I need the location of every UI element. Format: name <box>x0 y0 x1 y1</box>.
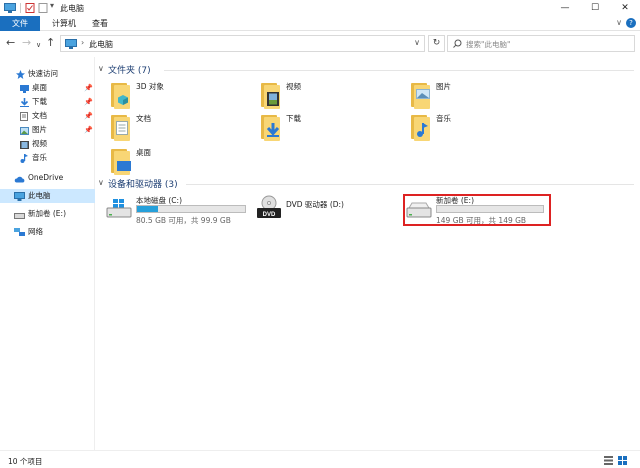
drive-usage-fill <box>137 206 158 212</box>
music-icon <box>20 154 29 163</box>
music-folder-icon <box>408 113 432 141</box>
help-icon[interactable]: ? <box>626 18 636 28</box>
sidebar-item-this-pc[interactable]: 此电脑 <box>0 189 95 203</box>
folder-pictures[interactable]: 图片 <box>408 81 558 113</box>
collapse-chevron-icon[interactable]: ∨ <box>98 178 104 187</box>
computer-icon <box>65 39 77 51</box>
downloads-folder-icon <box>258 113 282 141</box>
search-icon <box>453 39 462 50</box>
tab-computer[interactable]: 计算机 <box>44 16 84 31</box>
computer-icon <box>14 192 25 201</box>
collapse-chevron-icon[interactable]: ∨ <box>98 64 104 73</box>
ribbon-tabs: 文件 计算机 查看 ∨ ? <box>0 16 640 31</box>
pin-icon[interactable]: 📌 <box>84 123 93 137</box>
back-button[interactable]: ← <box>6 37 15 49</box>
sidebar-item-onedrive[interactable]: OneDrive <box>0 171 95 185</box>
pin-icon[interactable]: 📌 <box>84 81 93 95</box>
sidebar-item-pictures[interactable]: 图片 📌 <box>0 123 95 137</box>
title-bar: ▾ 此电脑 — ☐ ✕ <box>0 0 640 16</box>
maximize-button[interactable]: ☐ <box>580 0 610 16</box>
sidebar-item-volume-e[interactable]: 新加卷 (E:) <box>0 207 95 221</box>
highlight-annotation-box <box>403 194 551 226</box>
item-count: 10 个项目 <box>8 457 43 466</box>
document-icon <box>20 112 29 121</box>
video-folder-icon <box>258 81 282 109</box>
sidebar-item-music[interactable]: 音乐 <box>0 151 95 165</box>
folder-videos[interactable]: 视频 <box>258 81 408 113</box>
new-folder-icon[interactable] <box>38 3 48 15</box>
sidebar-item-quick-access[interactable]: 快速访问 <box>0 67 95 81</box>
drive-local-c[interactable]: 本地磁盘 (C:) 80.5 GB 可用，共 99.9 GB <box>106 195 261 225</box>
3d-objects-icon <box>108 81 132 109</box>
computer-icon <box>4 3 16 15</box>
search-input[interactable]: 搜索"此电脑" <box>447 35 635 52</box>
search-placeholder: 搜索"此电脑" <box>466 40 511 49</box>
close-button[interactable]: ✕ <box>610 0 640 16</box>
folder-3d-objects[interactable]: 3D 对象 <box>108 81 258 113</box>
folder-downloads[interactable]: 下载 <box>258 113 408 145</box>
drive-icon <box>14 210 25 219</box>
drive-usage-bar <box>136 205 246 213</box>
group-divider <box>186 184 634 185</box>
navigation-pane: 快速访问 桌面 📌 下载 📌 文档 📌 图片 📌 视频 音乐 OneDrive … <box>0 57 95 450</box>
drives-group-header[interactable]: ∨ 设备和驱动器 (3) <box>96 177 636 191</box>
recent-locations-button[interactable]: ∨ <box>36 39 41 51</box>
folder-desktop[interactable]: 桌面 <box>108 147 258 179</box>
customize-toolbar-icon[interactable]: ▾ <box>50 1 54 10</box>
svg-text:DVD: DVD <box>263 212 276 218</box>
address-dropdown-icon[interactable]: ∨ <box>414 38 420 47</box>
refresh-button[interactable]: ↻ <box>428 35 445 52</box>
dvd-drive-icon: DVD <box>256 195 282 221</box>
breadcrumb[interactable]: 此电脑 <box>89 39 113 50</box>
tiles-view-icon[interactable] <box>618 456 627 465</box>
content-pane: ∨ 文件夹 (7) 3D 对象 视频 图片 文档 下载 音乐 桌面 ∨ 设备和驱… <box>96 57 640 450</box>
sidebar-item-network[interactable]: 网络 <box>0 225 95 239</box>
documents-folder-icon <box>108 113 132 141</box>
pin-icon[interactable]: 📌 <box>84 109 93 123</box>
drive-dvd-d[interactable]: DVD DVD 驱动器 (D:) <box>256 195 411 225</box>
star-icon <box>16 70 25 79</box>
sidebar-item-desktop[interactable]: 桌面 📌 <box>0 81 95 95</box>
tab-file[interactable]: 文件 <box>0 16 40 31</box>
sidebar-item-documents[interactable]: 文档 📌 <box>0 109 95 123</box>
forward-button[interactable]: → <box>22 37 31 49</box>
pictures-folder-icon <box>408 81 432 109</box>
minimize-button[interactable]: — <box>550 0 580 16</box>
folders-group-title: 文件夹 (7) <box>108 66 151 76</box>
folder-documents[interactable]: 文档 <box>108 113 258 145</box>
video-icon <box>20 140 29 149</box>
details-view-icon[interactable] <box>604 456 613 465</box>
expand-ribbon-icon[interactable]: ∨ <box>616 18 622 27</box>
window-title: 此电脑 <box>60 4 84 13</box>
cloud-icon <box>14 174 25 183</box>
network-icon <box>14 228 25 236</box>
download-icon <box>20 98 29 107</box>
sidebar-item-downloads[interactable]: 下载 📌 <box>0 95 95 109</box>
up-button[interactable]: ↑ <box>46 37 55 49</box>
pin-icon[interactable]: 📌 <box>84 95 93 109</box>
properties-icon[interactable] <box>25 3 35 15</box>
picture-icon <box>20 126 29 135</box>
status-bar: 10 个项目 <box>0 450 640 468</box>
folder-music[interactable]: 音乐 <box>408 113 558 145</box>
tab-view[interactable]: 查看 <box>84 16 116 31</box>
breadcrumb-chevron-icon[interactable]: › <box>81 38 84 47</box>
drives-group-title: 设备和驱动器 (3) <box>108 180 178 190</box>
sidebar-item-videos[interactable]: 视频 <box>0 137 95 151</box>
desktop-icon <box>20 84 29 93</box>
toolbar-separator <box>20 3 21 13</box>
address-bar[interactable]: › 此电脑 ∨ <box>60 35 425 52</box>
desktop-folder-icon <box>108 147 132 175</box>
windows-drive-icon <box>106 199 132 221</box>
group-divider <box>164 70 634 71</box>
navigation-bar: ← → ∨ ↑ › 此电脑 ∨ ↻ 搜索"此电脑" <box>0 31 640 57</box>
folders-group-header[interactable]: ∨ 文件夹 (7) <box>96 63 636 77</box>
